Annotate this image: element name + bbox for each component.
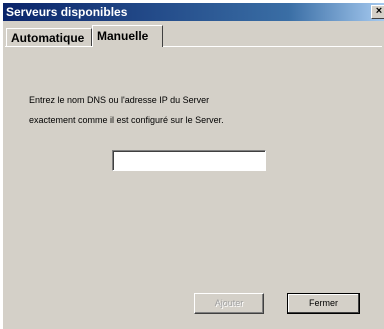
add-button[interactable]: Ajouter	[194, 293, 264, 314]
tab-automatique[interactable]: Automatique	[6, 28, 92, 46]
manual-tab-panel: Entrez le nom DNS ou l'adresse IP du Ser…	[5, 46, 382, 327]
instruction-line-2: exactement comme il est configuré sur le…	[29, 115, 224, 125]
tab-manuelle[interactable]: Manuelle	[92, 25, 163, 47]
close-button[interactable]: Fermer	[287, 293, 360, 314]
window-title: Serveurs disponibles	[6, 5, 128, 19]
dialog-window: Serveurs disponibles × Automatique Manue…	[2, 2, 384, 329]
server-address-input[interactable]	[112, 150, 266, 171]
title-bar[interactable]: Serveurs disponibles ×	[3, 3, 384, 21]
close-icon[interactable]: ×	[371, 5, 384, 19]
instruction-line-1: Entrez le nom DNS ou l'adresse IP du Ser…	[29, 95, 210, 105]
